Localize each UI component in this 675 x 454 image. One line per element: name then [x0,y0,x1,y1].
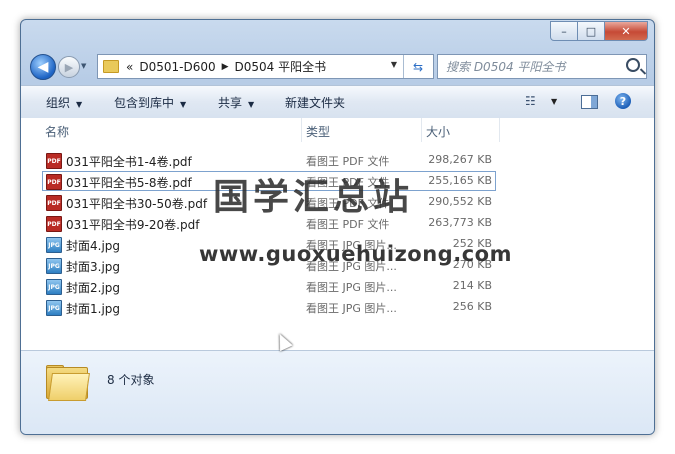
file-name: 031平阳全书9-20卷.pdf [66,218,200,232]
file-type: 看图王 JPG 图片... [306,281,397,294]
close-button[interactable]: ✕ [605,21,648,41]
organize-label: 组织 [46,96,71,110]
column-name[interactable]: 名称 [45,123,69,140]
details-pane: 8 个对象 [21,350,654,434]
navigation-bar: ◀ ▶ ▼ « D0501-D600 ▶ D0504 平阳全书 ▼ ⇆ 搜索 D… [21,50,654,84]
file-name: 031平阳全书1-4卷.pdf [66,155,192,169]
file-row[interactable]: JPG 封面1.jpg 看图王 JPG 图片... 256 KB [42,297,496,317]
pdf-file-icon: PDF [46,216,62,232]
file-size: 214 KB [452,279,492,292]
back-arrow-icon: ◀ [37,59,49,75]
file-row[interactable]: PDF 031平阳全书1-4卷.pdf 看图王 PDF 文件 298,267 K… [42,150,496,170]
refresh-button[interactable]: ⇆ [403,55,432,78]
caption-buttons: – □ ✕ [550,21,648,41]
address-overflow[interactable]: « [126,60,133,74]
search-icon[interactable] [626,58,640,72]
include-in-library-label: 包含到库中 [114,96,175,110]
chevron-down-icon: ▼ [248,100,255,109]
file-size: 290,552 KB [428,195,492,208]
forward-arrow-icon: ▶ [64,60,74,74]
file-type: 看图王 JPG 图片... [306,302,397,315]
include-in-library-button[interactable]: 包含到库中 ▼ [114,94,186,111]
item-count: 8 个对象 [107,373,155,387]
address-bar[interactable]: « D0501-D600 ▶ D0504 平阳全书 ▼ ⇆ [97,54,434,79]
column-divider[interactable] [421,118,422,142]
column-type[interactable]: 类型 [306,123,330,140]
file-row[interactable]: JPG 封面2.jpg 看图王 JPG 图片... 214 KB [42,276,496,296]
file-name: 封面3.jpg [66,260,121,274]
folder-icon [46,365,90,401]
search-box[interactable]: 搜索 D0504 平阳全书 [437,54,647,79]
file-size: 255,165 KB [428,174,492,187]
search-placeholder: 搜索 D0504 平阳全书 [446,60,566,74]
column-size[interactable]: 大小 [426,123,450,140]
column-header: 名称 类型 大小 [21,118,654,142]
file-size: 256 KB [452,300,492,313]
new-folder-button[interactable]: 新建文件夹 [285,94,345,111]
breadcrumb-d0504[interactable]: D0504 平阳全书 [235,58,327,75]
forward-button[interactable]: ▶ [58,56,80,78]
breadcrumb-separator-icon[interactable]: ▶ [222,62,229,72]
file-size: 298,267 KB [428,153,492,166]
refresh-icon: ⇆ [412,59,424,74]
chevron-down-icon: ▼ [180,100,187,109]
minimize-button[interactable]: – [550,21,578,41]
file-name: 031平阳全书30-50卷.pdf [66,197,208,211]
file-name: 031平阳全书5-8卷.pdf [66,176,192,190]
file-size: 263,773 KB [428,216,492,229]
help-icon[interactable]: ? [615,93,631,109]
share-label: 共享 [218,96,243,110]
share-button[interactable]: 共享 ▼ [218,94,254,111]
column-divider[interactable] [301,118,302,142]
recent-pages-dropdown-icon[interactable]: ▼ [81,62,86,70]
organize-button[interactable]: 组织 ▼ [46,94,82,111]
file-name: 封面1.jpg [66,302,121,316]
command-bar: 组织 ▼ 包含到库中 ▼ 共享 ▼ 新建文件夹 ☷ ▼ ? [21,85,654,119]
jpg-file-icon: JPG [46,258,62,274]
breadcrumb-d0501-d600[interactable]: D0501-D600 [139,60,215,74]
pdf-file-icon: PDF [46,153,62,169]
view-options-icon[interactable]: ☷ [525,94,536,108]
watermark-url: www.guoxuehuizong.com [199,242,512,266]
maximize-button[interactable]: □ [578,21,605,41]
jpg-file-icon: JPG [46,279,62,295]
preview-pane-icon[interactable] [581,95,598,109]
file-name: 封面2.jpg [66,281,121,295]
pdf-file-icon: PDF [46,195,62,211]
watermark-title: 国学汇总站 [213,177,414,218]
pdf-file-icon: PDF [46,174,62,190]
address-dropdown-icon[interactable]: ▼ [391,60,397,69]
back-button[interactable]: ◀ [30,54,56,80]
jpg-file-icon: JPG [46,300,62,316]
explorer-window: – □ ✕ ◀ ▶ ▼ « D0501-D600 ▶ D0504 平阳全书 ▼ … [20,19,655,435]
folder-icon [103,60,119,73]
file-list: 名称 类型 大小 PDF 031平阳全书1-4卷.pdf 看图王 PDF 文件 … [21,118,654,350]
column-divider[interactable] [499,118,500,142]
jpg-file-icon: JPG [46,237,62,253]
file-type: 看图王 PDF 文件 [306,155,390,168]
chevron-down-icon: ▼ [76,100,83,109]
view-dropdown-icon[interactable]: ▼ [551,97,557,106]
file-name: 封面4.jpg [66,239,121,253]
